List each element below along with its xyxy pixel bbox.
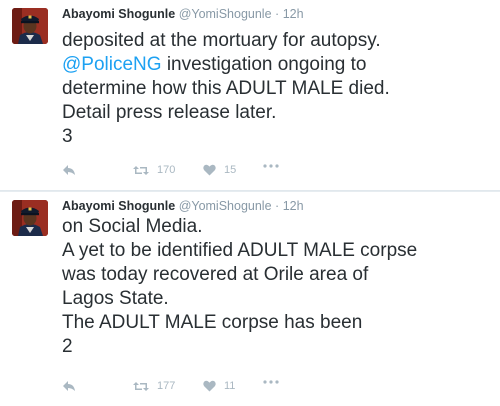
- author-handle[interactable]: @YomiShogunle: [179, 7, 272, 21]
- retweet-count: 170: [157, 164, 176, 176]
- separator-dot: ·: [275, 7, 280, 21]
- tweet-text: on Social Media. A yet to be identified …: [62, 215, 494, 359]
- tweet-actions: 170 15: [62, 164, 492, 180]
- author-name[interactable]: Abayomi Shogunle: [62, 199, 175, 213]
- retweet-icon: [133, 165, 149, 175]
- retweet-button[interactable]: 170: [133, 164, 175, 176]
- retweet-count: 177: [157, 380, 176, 392]
- tweet-line: 3: [62, 126, 73, 147]
- tweet-line: Detail press release later.: [62, 102, 277, 123]
- tweet-line: was today recovered at Orile area of: [62, 264, 369, 285]
- tweet-line: 2: [62, 336, 73, 357]
- tweet-1[interactable]: Abayomi Shogunle @YomiShogunle · 12h dep…: [0, 0, 500, 191]
- timestamp[interactable]: 12h: [283, 7, 304, 21]
- tweet-line-text: investigation ongoing to: [161, 54, 367, 75]
- tweet-actions: 177 11: [62, 380, 492, 396]
- tweet-header: Abayomi Shogunle @YomiShogunle · 12h: [62, 6, 492, 22]
- tweet-2[interactable]: Abayomi Shogunle @YomiShogunle · 12h on …: [0, 192, 500, 406]
- retweet-button[interactable]: 177: [133, 380, 175, 392]
- like-count: 11: [224, 380, 236, 392]
- avatar[interactable]: [12, 8, 48, 44]
- more-button[interactable]: [263, 164, 279, 168]
- more-icon: [263, 164, 279, 168]
- more-button[interactable]: [263, 380, 279, 384]
- reply-button[interactable]: [62, 380, 76, 392]
- tweet-line: The ADULT MALE corpse has been: [62, 312, 363, 333]
- author-handle[interactable]: @YomiShogunle: [179, 199, 272, 213]
- like-button[interactable]: 11: [203, 380, 235, 392]
- more-icon: [263, 380, 279, 384]
- heart-icon: [203, 164, 216, 176]
- reply-icon: [63, 381, 75, 391]
- tweet-line: on Social Media.: [62, 216, 203, 237]
- tweet-line: @PoliceNG investigation ongoing to: [62, 53, 494, 77]
- reply-icon: [63, 165, 75, 175]
- avatar[interactable]: [12, 200, 48, 236]
- tweet-text: deposited at the mortuary for autopsy. @…: [62, 29, 494, 149]
- tweet-feed: Abayomi Shogunle @YomiShogunle · 12h dep…: [0, 0, 500, 406]
- tweet-line: determine how this ADULT MALE died.: [62, 78, 390, 99]
- tweet-line: deposited at the mortuary for autopsy.: [62, 30, 381, 51]
- tweet-header: Abayomi Shogunle @YomiShogunle · 12h: [62, 198, 492, 214]
- tweet-line: Lagos State.: [62, 288, 169, 309]
- heart-icon: [203, 380, 216, 392]
- tweet-line: A yet to be identified ADULT MALE corpse: [62, 240, 418, 261]
- retweet-icon: [133, 381, 149, 391]
- author-name[interactable]: Abayomi Shogunle: [62, 7, 175, 21]
- mention-link[interactable]: @PoliceNG: [62, 54, 162, 75]
- reply-button[interactable]: [62, 164, 76, 176]
- like-count: 15: [224, 164, 237, 176]
- timestamp[interactable]: 12h: [283, 199, 304, 213]
- separator-dot: ·: [275, 199, 280, 213]
- like-button[interactable]: 15: [203, 164, 236, 176]
